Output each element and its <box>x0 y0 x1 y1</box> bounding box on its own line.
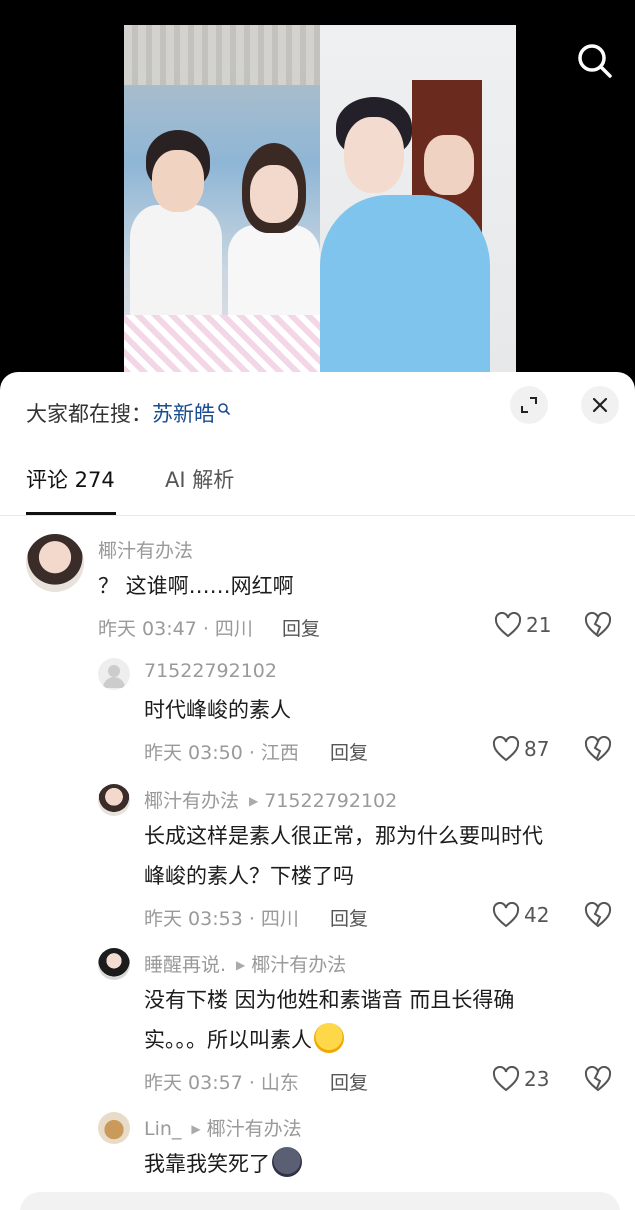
comment-username[interactable]: 椰汁有办法 <box>98 536 193 563</box>
reply-button[interactable]: 回复 <box>282 614 320 641</box>
dislike-button[interactable] <box>584 1065 612 1096</box>
close-icon <box>592 397 608 413</box>
like-button[interactable]: 21 <box>494 612 551 638</box>
close-button[interactable] <box>581 386 619 424</box>
avatar[interactable] <box>98 658 130 690</box>
comment-meta: 昨天 03:53 · 四川 <box>144 908 299 930</box>
curtain-decor <box>124 25 320 85</box>
broken-heart-icon <box>584 611 612 638</box>
like-count: 23 <box>524 1067 550 1091</box>
person-figure <box>320 195 490 373</box>
video-thumbnail[interactable] <box>124 25 516 373</box>
search-icon <box>578 44 612 78</box>
comment-username[interactable]: 71522792102 <box>144 660 277 682</box>
expand-icon <box>521 397 537 413</box>
active-tab-indicator <box>26 512 116 515</box>
comment-username[interactable]: 椰汁有办法 ▶ 71522792102 <box>144 786 397 813</box>
reply-arrow-icon: ▶ <box>191 1122 201 1136</box>
thumbnail-right-panel <box>320 25 516 373</box>
avatar[interactable] <box>26 534 84 592</box>
dislike-button[interactable] <box>584 611 612 642</box>
search-button[interactable] <box>572 38 618 84</box>
like-button[interactable]: 42 <box>492 902 549 928</box>
tab-ai-analysis[interactable]: AI 解析 <box>165 464 234 494</box>
comment-meta: 昨天 03:47 · 四川 <box>98 618 253 640</box>
thumbnail-left-panel <box>124 25 320 373</box>
dark-face-emoji-icon <box>272 1147 302 1177</box>
avatar[interactable] <box>98 948 130 980</box>
reply-arrow-icon: ▶ <box>236 958 246 972</box>
comment-text: 长成这样是素人很正常，那为什么要叫时代 <box>144 824 543 848</box>
heart-icon <box>494 612 522 638</box>
like-button[interactable]: 87 <box>492 736 549 762</box>
laughing-crying-emoji-icon <box>314 1023 344 1053</box>
default-avatar-icon <box>103 665 125 688</box>
comment-text-line: 实。。。所以叫素人 <box>144 1020 344 1060</box>
reply-arrow-icon: ▶ <box>249 794 259 808</box>
comment-sheet: 大家都在搜： 苏新皓 评论 274 AI 解析 椰汁有办法 ？ 这谁啊……网红啊… <box>0 372 635 1210</box>
comment-text: 时代峰峻的素人 <box>144 698 291 722</box>
person-figure <box>344 117 404 193</box>
person-figure <box>250 165 298 223</box>
dislike-button[interactable] <box>584 901 612 932</box>
person-figure <box>152 150 204 212</box>
reply-to-username[interactable]: 71522792102 <box>264 790 397 812</box>
like-count: 87 <box>524 737 550 761</box>
broken-heart-icon <box>584 735 612 762</box>
person-figure <box>228 225 320 320</box>
comment-meta: 昨天 03:57 · 山东 <box>144 1072 299 1094</box>
username-text[interactable]: 椰汁有办法 <box>144 790 239 812</box>
avatar[interactable] <box>98 1112 130 1144</box>
reply-button[interactable]: 回复 <box>330 904 368 931</box>
comment-meta: 昨天 03:50 · 江西 <box>144 742 299 764</box>
comment-text: 我靠我笑死了 <box>144 1152 270 1176</box>
like-count: 42 <box>524 903 550 927</box>
broken-heart-icon <box>584 901 612 928</box>
like-count: 21 <box>526 613 552 637</box>
reply-button[interactable]: 回复 <box>330 1068 368 1095</box>
trending-search[interactable]: 大家都在搜： 苏新皓 <box>26 398 231 428</box>
comment-text: 峰峻的素人？下楼了吗 <box>144 864 354 888</box>
broken-heart-icon <box>584 1065 612 1092</box>
comment-username[interactable]: Lin_ ▶ 椰汁有办法 <box>144 1114 302 1141</box>
comment-text-line: 我靠我笑死了 <box>144 1144 302 1184</box>
avatar[interactable] <box>98 784 130 816</box>
heart-icon <box>492 736 520 762</box>
reply-button[interactable]: 回复 <box>330 738 368 765</box>
like-button[interactable]: 23 <box>492 1066 549 1092</box>
comment-input-bar[interactable] <box>20 1192 620 1210</box>
username-text[interactable]: Lin_ <box>144 1118 181 1140</box>
comment-text: ？ 这谁啊……网红啊 <box>98 574 294 598</box>
trending-search-label: 大家都在搜： <box>26 402 152 426</box>
expand-button[interactable] <box>510 386 548 424</box>
comment-username[interactable]: 睡醒再说. ▶ 椰汁有办法 <box>144 950 346 977</box>
person-figure <box>130 205 222 315</box>
dislike-button[interactable] <box>584 735 612 766</box>
bed-decor <box>124 315 320 373</box>
heart-icon <box>492 902 520 928</box>
username-text[interactable]: 睡醒再说. <box>144 954 226 976</box>
comment-text: 实。。。所以叫素人 <box>144 1028 312 1052</box>
tab-comments[interactable]: 评论 274 <box>26 464 115 494</box>
comment-text: 没有下楼 因为他姓和素谐音 而且长得确 <box>144 988 515 1012</box>
reply-to-username[interactable]: 椰汁有办法 <box>207 1118 302 1140</box>
video-player[interactable] <box>0 0 635 400</box>
tab-bar: 评论 274 AI 解析 <box>0 464 635 516</box>
reply-to-username[interactable]: 椰汁有办法 <box>251 954 346 976</box>
search-icon <box>218 403 231 416</box>
heart-icon <box>492 1066 520 1092</box>
person-figure <box>424 135 474 195</box>
trending-search-term[interactable]: 苏新皓 <box>152 398 215 428</box>
